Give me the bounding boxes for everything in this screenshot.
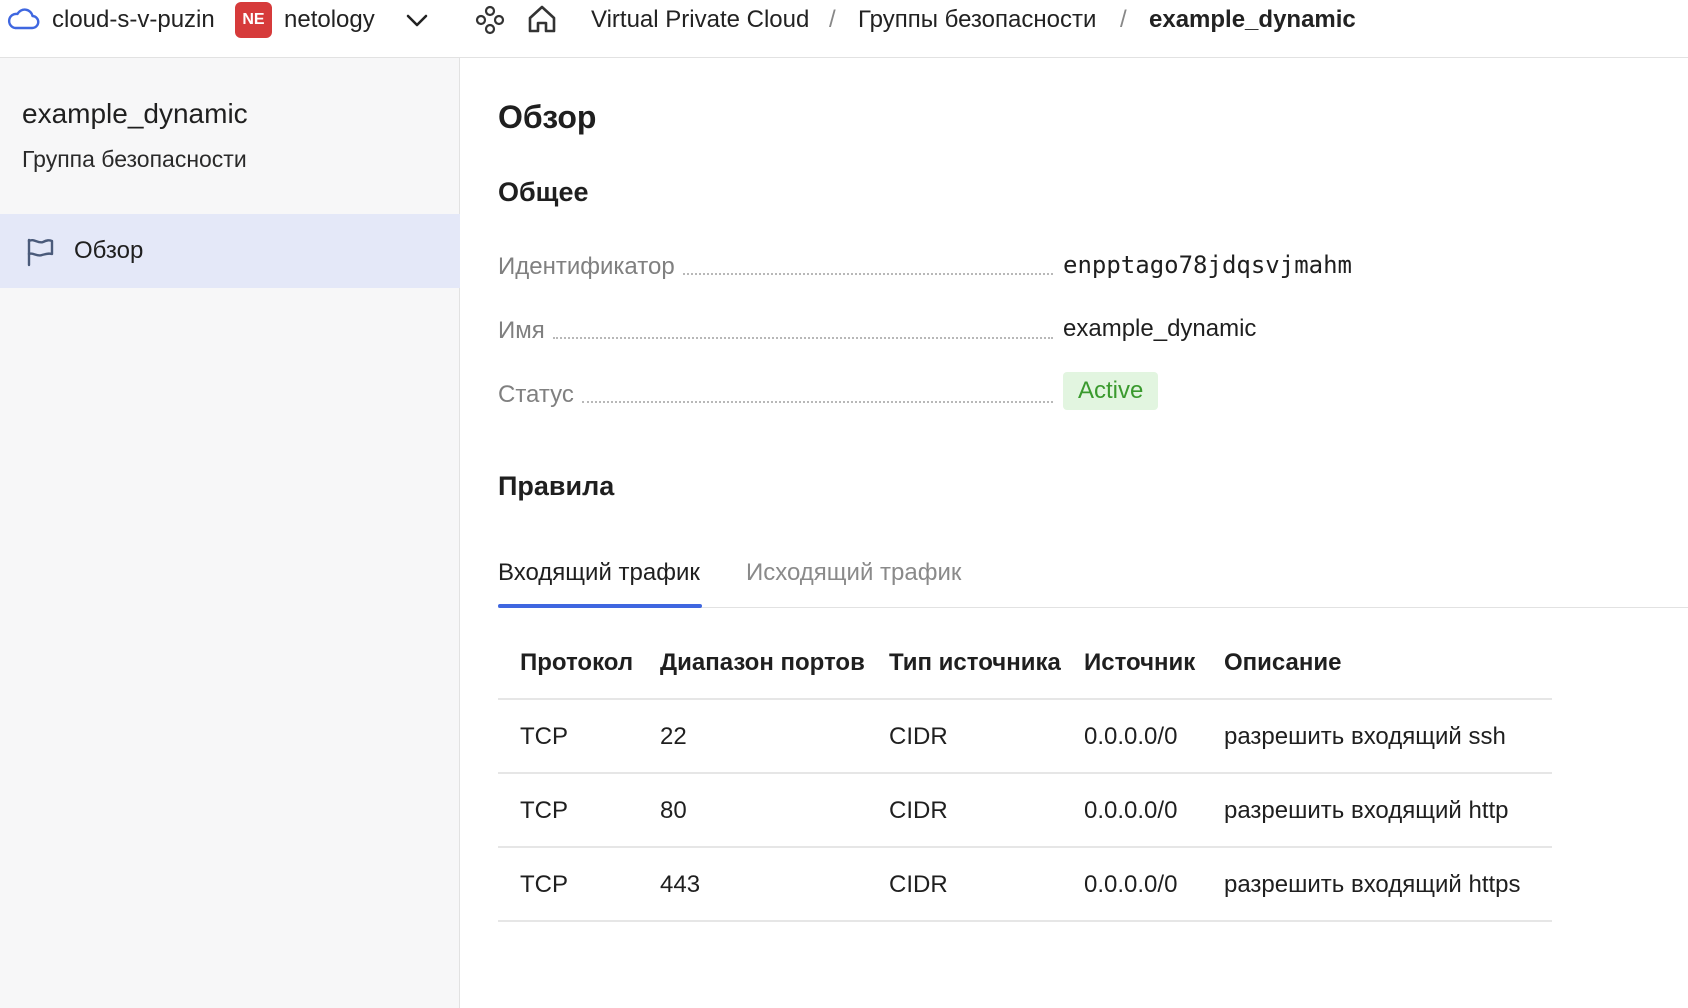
property-row-status: Статус Active	[498, 372, 1598, 412]
breadcrumb-separator: /	[1120, 6, 1127, 33]
breadcrumb-separator: /	[829, 6, 836, 33]
cell-port-range: 80	[660, 797, 687, 824]
sidebar-item-overview[interactable]: Обзор	[0, 214, 460, 288]
sidebar: example_dynamic Группа безопасности Обзо…	[0, 58, 460, 1008]
breadcrumb-current: example_dynamic	[1149, 6, 1356, 33]
org-badge[interactable]: NE	[235, 2, 272, 38]
main-content: Обзор Общее Идентификатор enpptago78jdqs…	[461, 58, 1688, 1008]
section-title-general: Общее	[498, 177, 589, 207]
status-badge: Active	[1063, 372, 1159, 410]
traffic-tabs: Входящий трафик Исходящий трафик	[498, 546, 1688, 608]
property-label-name: Имя	[498, 314, 553, 348]
cell-description: разрешить входящий https	[1224, 871, 1521, 898]
column-header-port-range: Диапазон портов	[660, 649, 865, 676]
breadcrumb-security-groups[interactable]: Группы безопасности	[858, 4, 1096, 36]
cell-protocol: TCP	[520, 723, 568, 750]
table-row[interactable]: TCP 443 CIDR 0.0.0.0/0 разрешить входящи…	[498, 848, 1552, 922]
resource-title: example_dynamic	[22, 98, 248, 129]
page-title: Обзор	[498, 99, 597, 135]
dotted-leader	[552, 337, 1053, 339]
table-row[interactable]: TCP 22 CIDR 0.0.0.0/0 разрешить входящий…	[498, 700, 1552, 774]
resource-subtitle: Группа безопасности	[22, 146, 247, 172]
cell-description: разрешить входящий http	[1224, 797, 1509, 824]
org-name[interactable]: netology	[284, 4, 375, 36]
cell-port-range: 443	[660, 871, 701, 898]
cell-description: разрешить входящий ssh	[1224, 723, 1506, 750]
flag-icon	[24, 236, 56, 268]
tab-ingress[interactable]: Входящий трафик	[498, 556, 700, 590]
breadcrumb-vpc[interactable]: Virtual Private Cloud	[591, 4, 809, 36]
cell-source: 0.0.0.0/0	[1084, 723, 1178, 750]
active-tab-indicator	[498, 604, 702, 608]
cell-source-type: CIDR	[889, 871, 948, 898]
dotted-leader	[682, 273, 1053, 275]
cell-source-type: CIDR	[889, 723, 948, 750]
cloud-icon[interactable]	[6, 6, 40, 32]
table-header-row: Протокол Диапазон портов Тип источника И…	[498, 626, 1552, 700]
chevron-down-icon[interactable]	[405, 10, 429, 30]
dotted-leader	[581, 401, 1053, 403]
property-row-id: Идентификатор enpptago78jdqsvjmahm	[498, 244, 1598, 284]
property-value-id[interactable]: enpptago78jdqsvjmahm	[1063, 248, 1352, 282]
cell-source-type: CIDR	[889, 797, 948, 824]
property-label-id: Идентификатор	[498, 250, 683, 284]
property-value-name: example_dynamic	[1063, 315, 1257, 342]
services-icon[interactable]	[474, 4, 506, 36]
tab-egress[interactable]: Исходящий трафик	[746, 556, 961, 590]
cell-source: 0.0.0.0/0	[1084, 797, 1178, 824]
property-label-status: Статус	[498, 378, 582, 412]
cell-protocol: TCP	[520, 797, 568, 824]
column-header-description: Описание	[1224, 649, 1342, 676]
cell-protocol: TCP	[520, 871, 568, 898]
top-bar: cloud-s-v-puzin NE netology Virtual Priv…	[0, 0, 1688, 58]
table-row[interactable]: TCP 80 CIDR 0.0.0.0/0 разрешить входящий…	[498, 774, 1552, 848]
column-header-source: Источник	[1084, 649, 1196, 676]
column-header-protocol: Протокол	[520, 649, 634, 676]
home-icon[interactable]	[526, 3, 558, 35]
section-title-rules: Правила	[498, 471, 615, 501]
cell-source: 0.0.0.0/0	[1084, 871, 1178, 898]
sidebar-item-label: Обзор	[74, 237, 144, 264]
column-header-source-type: Тип источника	[889, 649, 1061, 676]
property-row-name: Имя example_dynamic	[498, 308, 1598, 348]
cell-port-range: 22	[660, 723, 687, 750]
cloud-name[interactable]: cloud-s-v-puzin	[52, 4, 215, 36]
